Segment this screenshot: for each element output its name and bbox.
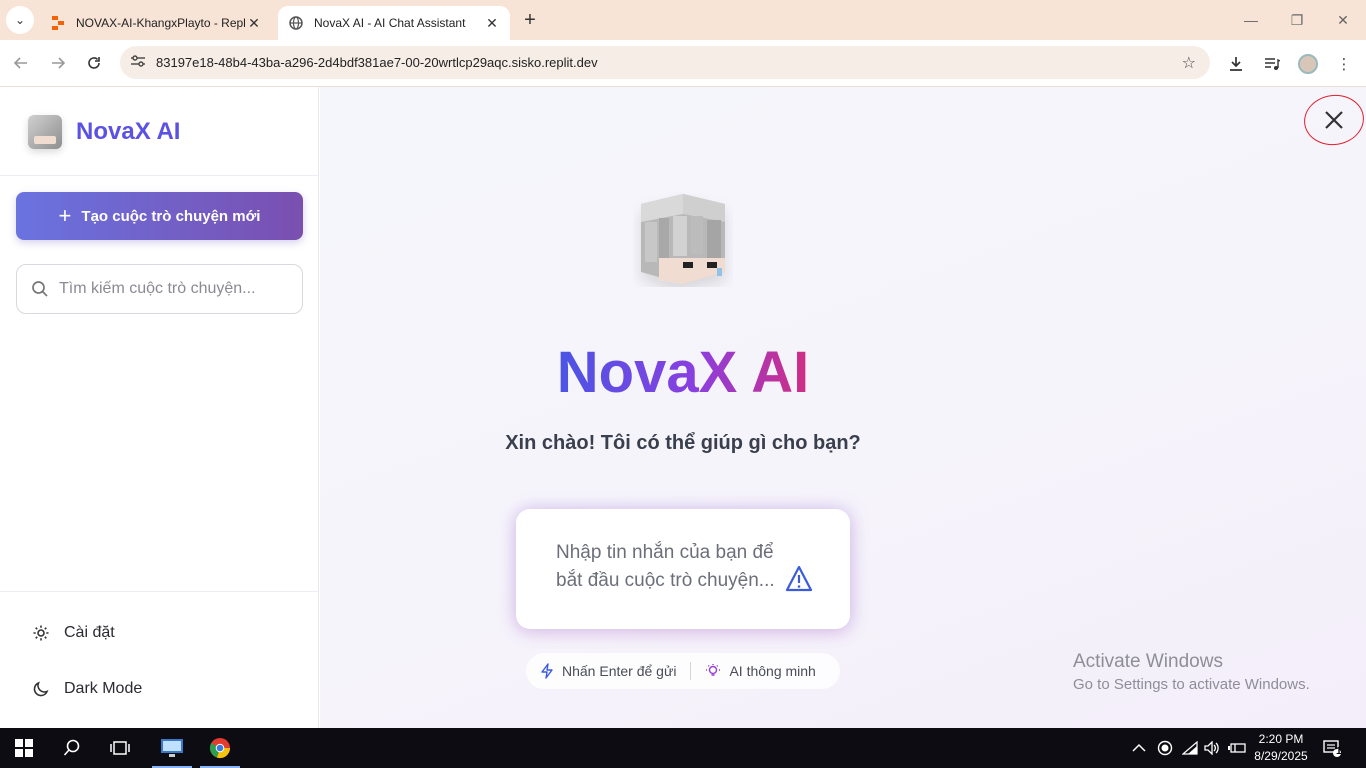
start-button[interactable] [0, 728, 48, 768]
notification-badge: 1 [1336, 746, 1342, 757]
search-input[interactable] [59, 280, 279, 298]
clock-time: 2:20 PM [1258, 732, 1304, 746]
close-button[interactable] [1300, 91, 1366, 149]
composer-hints: Nhấn Enter để gửi AI thông minh [526, 653, 840, 689]
record-icon[interactable] [1157, 728, 1173, 768]
tab-novax[interactable]: NovaX AI - AI Chat Assistant ✕ [278, 6, 510, 40]
close-tab-icon[interactable]: ✕ [246, 15, 262, 32]
wifi-icon[interactable] [1182, 728, 1198, 768]
profile-avatar-icon[interactable] [1296, 52, 1320, 76]
lightning-icon [541, 663, 553, 679]
novax-avatar-image [641, 194, 725, 284]
globe-icon [288, 15, 304, 31]
hero-title: NovaX AI [556, 340, 810, 405]
lightbulb-icon [706, 664, 721, 676]
search-icon [32, 281, 48, 297]
site-info-icon[interactable] [130, 54, 150, 71]
taskbar-app-remote-desktop[interactable] [148, 728, 196, 768]
tab-search-button[interactable]: ⌄ [6, 6, 34, 34]
browser-toolbar: 83197e18-48b4-43ba-a296-2d4bdf381ae7-00-… [0, 40, 1366, 87]
notification-center-button[interactable]: 1 [1322, 728, 1352, 768]
welcome-subtitle: Xin chào! Tôi có thể giúp gì cho bạn? [505, 432, 861, 454]
watermark-line1: Activate Windows [1073, 651, 1223, 672]
main-welcome-area: NovaX AI Xin chào! Tôi có thể giúp gì ch… [320, 87, 1366, 728]
new-tab-button[interactable]: + [518, 8, 542, 32]
new-chat-label: Tạo cuộc trò chuyện mới [81, 207, 261, 225]
search-icon [63, 739, 80, 756]
sidebar: NovaX AI + Tạo cuộc trò chuyện mới Cài đ… [0, 87, 319, 728]
forward-button[interactable] [45, 50, 71, 76]
hint-enter: Nhấn Enter để gửi [526, 663, 690, 679]
volume-icon[interactable] [1204, 728, 1220, 768]
gear-icon [33, 625, 49, 641]
remote-desktop-icon [161, 739, 183, 757]
windows-logo-icon [15, 739, 33, 757]
composer-placeholder[interactable]: Nhập tin nhắn của bạn để bắt đầu cuộc tr… [556, 539, 776, 595]
download-icon[interactable] [1224, 52, 1248, 76]
novax-logo [28, 115, 62, 149]
send-icon[interactable] [784, 564, 814, 594]
address-bar[interactable]: 83197e18-48b4-43ba-a296-2d4bdf381ae7-00-… [120, 46, 1210, 79]
close-tab-icon[interactable]: ✕ [484, 15, 500, 32]
browser-menu-icon[interactable]: ⋮ [1332, 52, 1356, 76]
windows-taskbar: 2:20 PM 8/29/2025 1 [0, 728, 1366, 768]
minimize-button[interactable]: — [1228, 6, 1274, 34]
hint-ai: AI thông minh [691, 663, 829, 679]
replit-icon [50, 15, 66, 31]
settings-label: Cài đặt [64, 624, 115, 641]
reload-icon [88, 57, 100, 69]
battery-icon[interactable] [1228, 728, 1246, 768]
back-arrow-icon [13, 57, 27, 69]
dark-mode-label: Dark Mode [64, 680, 143, 697]
bookmark-star-icon[interactable]: ☆ [1182, 53, 1196, 73]
task-view-icon [110, 741, 130, 755]
back-button[interactable] [8, 50, 34, 76]
new-chat-button[interactable]: + Tạo cuộc trò chuyện mới [16, 192, 303, 240]
moon-icon [33, 681, 49, 697]
clock-date: 8/29/2025 [1254, 749, 1308, 763]
tray-overflow-icon[interactable] [1132, 728, 1146, 768]
task-view-button[interactable] [96, 728, 144, 768]
search-box[interactable] [16, 264, 303, 314]
forward-arrow-icon [52, 57, 66, 69]
activate-windows-watermark: Activate Windows Go to Settings to activ… [1073, 651, 1310, 693]
plus-icon: + [58, 203, 72, 228]
annotation-circle [1300, 91, 1366, 149]
settings-item[interactable]: Cài đặt [32, 624, 115, 642]
reload-button[interactable] [81, 50, 107, 76]
dark-mode-item[interactable]: Dark Mode [32, 680, 142, 698]
taskbar-clock[interactable]: 2:20 PM 8/29/2025 [1252, 731, 1310, 765]
media-control-icon[interactable] [1260, 52, 1284, 76]
chrome-icon [209, 738, 231, 759]
restore-button[interactable]: ❐ [1274, 6, 1320, 34]
sidebar-brand: NovaX AI [0, 87, 319, 176]
message-composer[interactable]: Nhập tin nhắn của bạn để bắt đầu cuộc tr… [516, 509, 850, 629]
sidebar-footer: Cài đặt Dark Mode [0, 591, 319, 728]
url-text: 83197e18-48b4-43ba-a296-2d4bdf381ae7-00-… [156, 55, 598, 70]
taskbar-app-chrome[interactable] [196, 728, 244, 768]
taskbar-search-button[interactable] [48, 728, 96, 768]
window-close-button[interactable]: ✕ [1320, 6, 1366, 34]
tab-title: NovaX AI - AI Chat Assistant [314, 16, 466, 30]
watermark-line2: Go to Settings to activate Windows. [1073, 676, 1310, 693]
browser-tab-strip: ⌄ NOVAX-AI-KhangxPlayto - Repl ✕ NovaX A… [0, 0, 1366, 40]
brand-name: NovaX AI [76, 118, 181, 145]
tab-replit[interactable]: NOVAX-AI-KhangxPlayto - Repl ✕ [40, 6, 272, 40]
tab-title: NOVAX-AI-KhangxPlayto - Repl [76, 16, 246, 30]
